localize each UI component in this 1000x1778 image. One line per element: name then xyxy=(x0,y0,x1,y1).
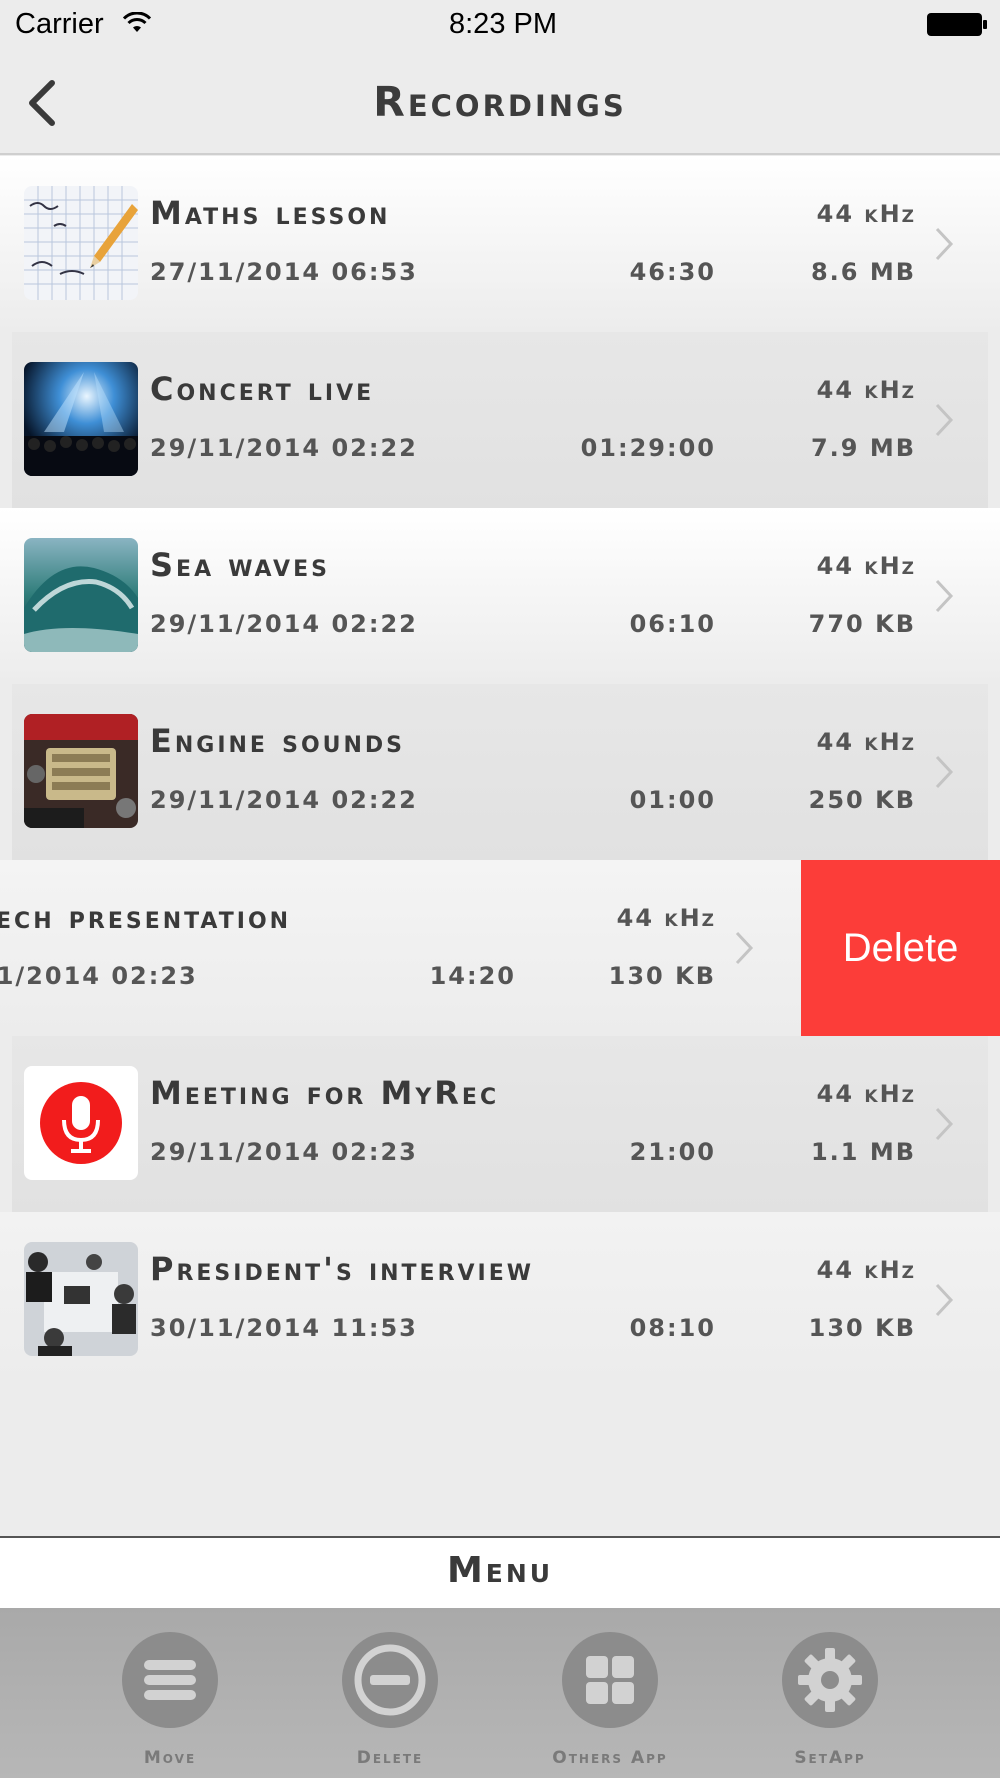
maths-thumbnail xyxy=(24,186,138,300)
others-app-label: Others App xyxy=(552,1748,668,1768)
recording-row[interactable]: Meeting for MyRec 29/11/2014 02:23 21:00… xyxy=(0,1036,1000,1212)
recording-title: Meeting for MyRec xyxy=(150,1074,500,1112)
recording-size: 130 KB xyxy=(808,1314,916,1342)
recording-row-swiped[interactable]: eech presentation 11/2014 02:23 14:20 44… xyxy=(0,860,1000,1036)
recording-date: 29/11/2014 02:22 xyxy=(150,786,418,814)
recording-date: 30/11/2014 11:53 xyxy=(150,1314,418,1342)
meeting-thumbnail xyxy=(24,1242,138,1356)
wave-thumbnail xyxy=(24,538,138,652)
recording-size: 770 KB xyxy=(808,610,916,638)
recording-frequency: 44 kHz xyxy=(816,728,916,756)
recordings-list: Maths lesson 27/11/2014 06:53 46:30 44 k… xyxy=(0,156,1000,1388)
engine-thumbnail xyxy=(24,714,138,828)
others-app-button[interactable]: Others App xyxy=(510,1632,710,1772)
recording-duration: 08:10 xyxy=(629,1314,716,1342)
recording-row[interactable]: President's interview 30/11/2014 11:53 0… xyxy=(0,1212,1000,1388)
grid-icon xyxy=(562,1632,658,1728)
chevron-right-icon xyxy=(935,403,954,437)
move-button[interactable]: Move xyxy=(70,1632,270,1772)
recording-title: eech presentation xyxy=(0,898,292,936)
recording-row[interactable]: Engine sounds 29/11/2014 02:22 01:00 44 … xyxy=(0,684,1000,860)
chevron-right-icon xyxy=(735,931,754,965)
recording-frequency: 44 kHz xyxy=(816,376,916,404)
recording-duration: 01:00 xyxy=(629,786,716,814)
recording-size: 8.6 MB xyxy=(810,258,916,286)
move-label: Move xyxy=(143,1748,197,1768)
recording-size: 1.1 MB xyxy=(810,1138,916,1166)
recording-duration: 21:00 xyxy=(629,1138,716,1166)
chevron-right-icon xyxy=(935,1107,954,1141)
menu-bar: Menu xyxy=(0,1536,1000,1608)
recording-title: Engine sounds xyxy=(150,722,406,760)
hamburger-icon xyxy=(122,1632,218,1728)
chevron-right-icon xyxy=(935,1283,954,1317)
chevron-right-icon xyxy=(935,579,954,613)
recording-duration: 01:29:00 xyxy=(580,434,716,462)
menu-title: Menu xyxy=(446,1550,554,1591)
recording-title: President's interview xyxy=(150,1250,535,1288)
recording-frequency: 44 kHz xyxy=(816,1080,916,1108)
setapp-button[interactable]: SetApp xyxy=(730,1632,930,1772)
delete-label: Delete xyxy=(356,1748,424,1768)
recording-duration: 06:10 xyxy=(629,610,716,638)
recording-row[interactable]: Concert live 29/11/2014 02:22 01:29:00 4… xyxy=(0,332,1000,508)
recording-row[interactable]: Maths lesson 27/11/2014 06:53 46:30 44 k… xyxy=(0,156,1000,332)
recording-date: 29/11/2014 02:23 xyxy=(150,1138,418,1166)
recording-date: 29/11/2014 02:22 xyxy=(150,610,418,638)
concert-thumbnail xyxy=(24,362,138,476)
recording-duration: 14:20 xyxy=(429,962,516,990)
gear-icon xyxy=(782,1632,878,1728)
chevron-right-icon xyxy=(935,755,954,789)
recording-duration: 46:30 xyxy=(629,258,716,286)
recording-row[interactable]: Sea waves 29/11/2014 02:22 06:10 44 kHz … xyxy=(0,508,1000,684)
recording-size: 7.9 MB xyxy=(810,434,916,462)
recording-date: 11/2014 02:23 xyxy=(0,962,198,990)
microphone-thumbnail xyxy=(24,1066,138,1180)
recording-frequency: 44 kHz xyxy=(816,552,916,580)
minus-circle-icon xyxy=(342,1632,438,1728)
recording-size: 250 KB xyxy=(808,786,916,814)
battery-icon xyxy=(927,13,987,36)
recording-frequency: 44 kHz xyxy=(816,1256,916,1284)
delete-mode-button[interactable]: Delete xyxy=(290,1632,490,1772)
recording-frequency: 44 kHz xyxy=(816,200,916,228)
recording-title: Sea waves xyxy=(150,546,330,584)
status-time: 8:23 PM xyxy=(449,8,557,40)
recording-date: 29/11/2014 02:22 xyxy=(150,434,418,462)
recording-title: Maths lesson xyxy=(150,194,391,232)
recording-frequency: 44 kHz xyxy=(616,904,716,932)
recording-title: Concert live xyxy=(150,370,375,408)
setapp-label: SetApp xyxy=(794,1748,866,1768)
delete-button[interactable]: Delete xyxy=(801,860,1000,1036)
chevron-right-icon xyxy=(935,227,954,261)
page-title: Recordings xyxy=(373,78,627,126)
status-bar: Carrier 8:23 PM xyxy=(0,0,1000,50)
navigation-bar: Recordings xyxy=(0,50,1000,155)
recording-date: 27/11/2014 06:53 xyxy=(150,258,418,286)
recording-size: 130 KB xyxy=(608,962,716,990)
bottom-toolbar: Move Delete Others App SetApp xyxy=(0,1608,1000,1778)
